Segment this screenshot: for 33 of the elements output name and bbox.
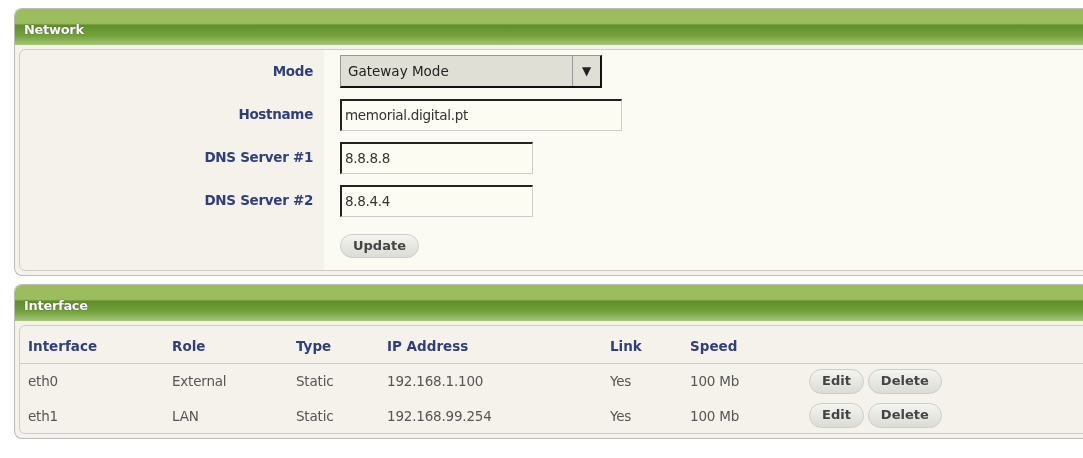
column-header: Speed	[682, 326, 801, 364]
panel-title: Interface	[15, 285, 1083, 321]
input-field[interactable]: memorial.digital.pt	[340, 98, 622, 131]
field-label: Mode	[271, 62, 314, 82]
update-button[interactable]: Update	[340, 233, 419, 259]
column-header: Type	[288, 326, 379, 364]
panel-title: Network	[15, 9, 1083, 45]
edit-button[interactable]: Edit	[809, 368, 864, 394]
table-cell-text: Static	[295, 406, 335, 426]
input-field[interactable]: 8.8.4.4	[340, 184, 533, 217]
table-cell-text: LAN	[171, 406, 200, 426]
column-header: Interface	[20, 326, 164, 364]
table-cell-text: eth1	[27, 406, 59, 426]
table-cell-text: 192.168.99.254	[386, 406, 493, 426]
table-cell-text: Yes	[609, 406, 633, 426]
table-cell: 192.168.1.100	[379, 363, 602, 399]
column-header: IP Address	[379, 326, 602, 364]
table-cell: 100 Mb	[682, 363, 801, 399]
input-field[interactable]: 8.8.8.8	[340, 141, 533, 174]
delete-button[interactable]: Delete	[867, 403, 942, 429]
field-label: DNS Server #2	[203, 191, 314, 211]
column-header: Link	[602, 326, 682, 364]
column-header: Role	[164, 326, 288, 364]
mode-dropdown[interactable]: Gateway Mode ▼	[340, 55, 602, 88]
table-cell: eth0	[20, 363, 164, 399]
table-cell: Static	[288, 363, 379, 399]
field-label: Hostname	[237, 105, 314, 125]
delete-button[interactable]: Delete	[867, 368, 942, 394]
field-label: DNS Server #1	[203, 148, 314, 168]
table-cell-text: 100 Mb	[689, 406, 741, 426]
edit-button[interactable]: Edit	[809, 403, 864, 429]
table-cell: Yes	[602, 363, 682, 399]
table-cell: External	[164, 363, 288, 399]
